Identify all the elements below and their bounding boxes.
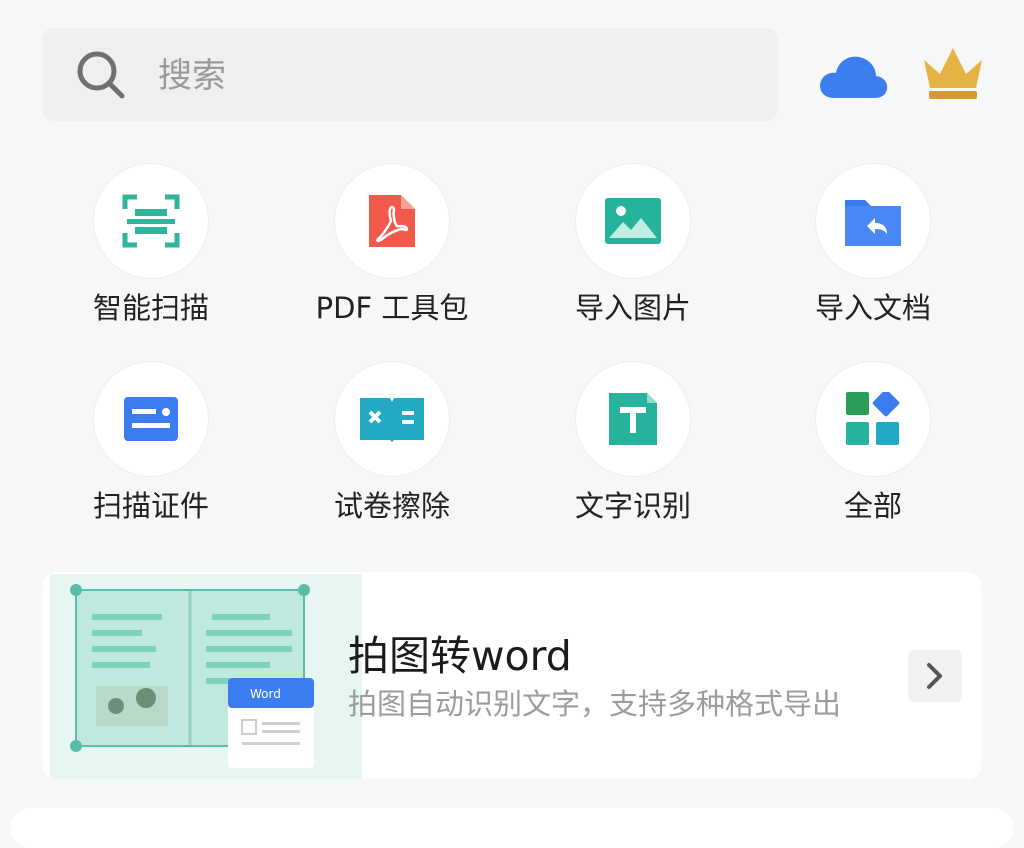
search-icon: [77, 51, 125, 99]
book-illustration: Word: [50, 574, 362, 779]
folder-import-icon: [845, 200, 901, 246]
tool-icon-circle: [816, 362, 930, 476]
image-icon: [605, 198, 661, 244]
tool-scan-id[interactable]: 扫描证件: [31, 362, 271, 532]
tool-label: 导入文档: [814, 291, 931, 325]
tool-smart-scan[interactable]: 智能扫描: [31, 164, 271, 334]
tool-label: 导入图片: [574, 291, 691, 325]
tool-icon-circle: [816, 164, 930, 278]
tool-label: PDF 工具包: [315, 291, 469, 325]
photo-to-word-banner[interactable]: Word 拍图转word 拍图自动识别文字，支持多种格式导出: [42, 572, 982, 779]
tool-all[interactable]: 全部: [753, 362, 993, 532]
search-input[interactable]: 搜索: [158, 54, 226, 98]
tool-text-ocr[interactable]: 文字识别: [513, 362, 753, 532]
cloud-icon[interactable]: [818, 52, 888, 100]
tool-label: 文字识别: [574, 489, 691, 523]
tool-import-image[interactable]: 导入图片: [513, 164, 753, 334]
tool-label: 全部: [843, 489, 902, 523]
tool-pdf-toolkit[interactable]: PDF 工具包: [272, 164, 512, 334]
word-badge: Word: [250, 687, 281, 701]
next-card: [10, 808, 1014, 848]
banner-title: 拍图转word: [348, 632, 572, 680]
tool-icon-circle: [335, 164, 449, 278]
tool-icon-circle: [335, 362, 449, 476]
crown-icon[interactable]: [920, 44, 986, 102]
tool-icon-circle: [576, 164, 690, 278]
exam-erase-icon: [360, 398, 424, 442]
chevron-right-icon[interactable]: [908, 650, 962, 702]
search-bar[interactable]: [42, 28, 778, 121]
tool-exam-erase[interactable]: 试卷擦除: [272, 362, 512, 532]
tool-icon-circle: [94, 362, 208, 476]
tool-icon-circle: [94, 164, 208, 278]
tool-label: 扫描证件: [92, 489, 209, 523]
smart-scan-icon: [122, 194, 180, 248]
tool-import-document[interactable]: 导入文档: [753, 164, 993, 334]
tool-label: 试卷擦除: [333, 489, 450, 523]
text-ocr-icon: [609, 393, 657, 445]
banner-subtitle: 拍图自动识别文字，支持多种格式导出: [348, 687, 842, 721]
pdf-icon: [369, 195, 415, 247]
all-apps-icon: [846, 392, 900, 445]
tool-label: 智能扫描: [92, 291, 209, 325]
tool-icon-circle: [576, 362, 690, 476]
id-card-icon: [124, 397, 178, 441]
